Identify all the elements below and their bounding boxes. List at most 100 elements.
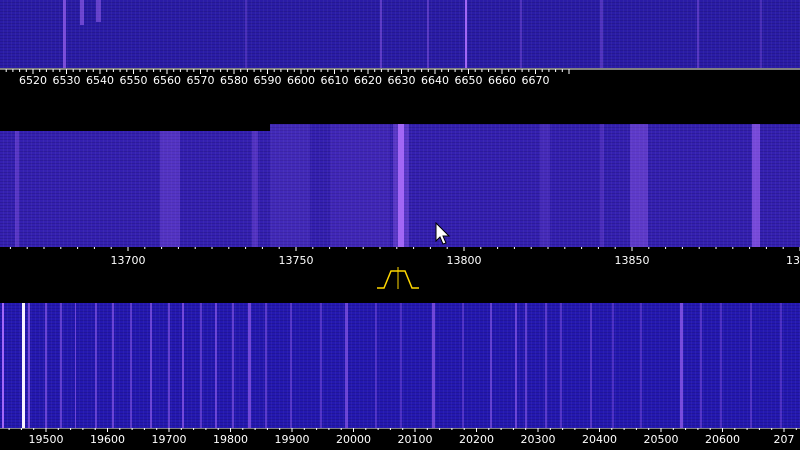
- frequency-label: 20500: [643, 433, 679, 446]
- signal-trace: [515, 303, 517, 428]
- filter-passband-icon[interactable]: [376, 267, 420, 291]
- frequency-label: 19500: [28, 433, 64, 446]
- signal-trace: [545, 303, 547, 428]
- frequency-label: 6600: [287, 74, 315, 87]
- frequency-label: 6520: [19, 74, 47, 87]
- signal-trace: [427, 0, 429, 68]
- signal-trace: [28, 303, 30, 428]
- signal-trace: [465, 0, 467, 68]
- signal-trace: [752, 124, 760, 247]
- frequency-label: 6560: [153, 74, 181, 87]
- signal-trace: [640, 303, 642, 428]
- frequency-label: 6650: [454, 74, 483, 87]
- signal-trace: [490, 303, 492, 428]
- frequency-label: 6550: [119, 74, 148, 87]
- signal-trace: [95, 303, 97, 428]
- frequency-label: 6590: [253, 74, 282, 87]
- frequency-label: 6530: [52, 74, 81, 87]
- signal-trace: [270, 124, 310, 247]
- frequency-label: 20200: [459, 433, 494, 446]
- signal-trace: [130, 303, 132, 428]
- signal-trace: [612, 303, 614, 428]
- signal-trace: [560, 303, 562, 428]
- signal-trace: [680, 303, 683, 428]
- waterfall-display-middle[interactable]: [0, 124, 800, 247]
- signal-trace: [525, 303, 527, 428]
- mouse-pointer-icon: [435, 222, 451, 245]
- signal-trace: [200, 303, 202, 428]
- frequency-label: 20400: [582, 433, 617, 446]
- frequency-label: 13850: [614, 254, 650, 267]
- frequency-label: 6570: [186, 74, 215, 87]
- signal-trace: [720, 303, 722, 428]
- signal-trace: [22, 303, 25, 428]
- signal-trace: [215, 303, 217, 428]
- signal-trace: [150, 303, 152, 428]
- signal-trace: [75, 303, 76, 428]
- signal-trace: [60, 303, 62, 428]
- signal-trace: [432, 303, 435, 428]
- signal-trace: [630, 124, 648, 247]
- signal-trace: [462, 303, 464, 428]
- frequency-label: 19800: [213, 433, 248, 446]
- signal-trace: [760, 0, 762, 68]
- signal-trace: [96, 0, 101, 22]
- signal-trace: [320, 303, 322, 428]
- frequency-label: 13700: [110, 254, 146, 267]
- signal-trace: [63, 0, 66, 68]
- frequency-label: 20300: [520, 433, 556, 446]
- frequency-scale-bottom[interactable]: 19500 19600 19700 19800 19900 20000 20100 20200…: [0, 428, 800, 450]
- frequency-label: 13750: [278, 254, 314, 267]
- frequency-label: 20100: [397, 433, 433, 446]
- signal-trace: [600, 124, 604, 247]
- signal-trace: [15, 124, 19, 247]
- signal-trace: [80, 0, 84, 25]
- signal-trace: [750, 303, 752, 428]
- signal-trace: [380, 0, 382, 68]
- frequency-label: 1390: [786, 254, 800, 267]
- signal-trace: [265, 303, 267, 428]
- frequency-label: 207: [773, 433, 795, 446]
- frequency-label: 19700: [151, 433, 187, 446]
- frequency-label: 6670: [521, 74, 550, 87]
- signal-trace: [590, 303, 592, 428]
- frequency-label: 19600: [90, 433, 125, 446]
- frequency-label: 6610: [320, 74, 349, 87]
- signal-trace: [780, 303, 782, 428]
- waterfall-display-top[interactable]: [0, 0, 800, 68]
- waterfall-gap: [0, 124, 270, 131]
- signal-trace: [540, 124, 550, 247]
- signal-trace: [393, 124, 409, 247]
- frequency-label: 6620: [354, 74, 382, 87]
- signal-trace: [168, 303, 170, 428]
- frequency-label: 20600: [705, 433, 740, 446]
- signal-trace: [252, 124, 258, 247]
- signal-trace: [600, 0, 603, 68]
- signal-trace: [330, 124, 390, 247]
- signal-trace: [697, 0, 699, 68]
- signal-trace: [345, 303, 348, 428]
- signal-trace: [112, 303, 114, 428]
- frequency-label: 13800: [446, 254, 482, 267]
- frequency-scale-top[interactable]: 6520 6530 6540 6550 6560 6570 6580 6590 6600 6610…: [0, 68, 800, 124]
- waterfall-display-bottom[interactable]: [0, 303, 800, 428]
- signal-trace: [182, 303, 184, 428]
- signal-trace: [700, 303, 702, 428]
- signal-trace: [245, 0, 247, 68]
- frequency-label: 20000: [336, 433, 371, 446]
- signal-trace: [45, 303, 47, 428]
- signal-trace: [248, 303, 251, 428]
- signal-trace: [2, 303, 4, 428]
- frequency-label: 6540: [86, 74, 114, 87]
- signal-trace: [160, 124, 180, 247]
- frequency-label: 6660: [488, 74, 516, 87]
- signal-trace: [290, 303, 292, 428]
- signal-trace: [400, 303, 402, 428]
- signal-trace: [520, 0, 522, 68]
- frequency-label: 19900: [274, 433, 310, 446]
- frequency-label: 6580: [220, 74, 248, 87]
- signal-trace: [375, 303, 377, 428]
- frequency-label: 6630: [387, 74, 416, 87]
- frequency-label: 6640: [421, 74, 449, 87]
- signal-trace: [232, 303, 234, 428]
